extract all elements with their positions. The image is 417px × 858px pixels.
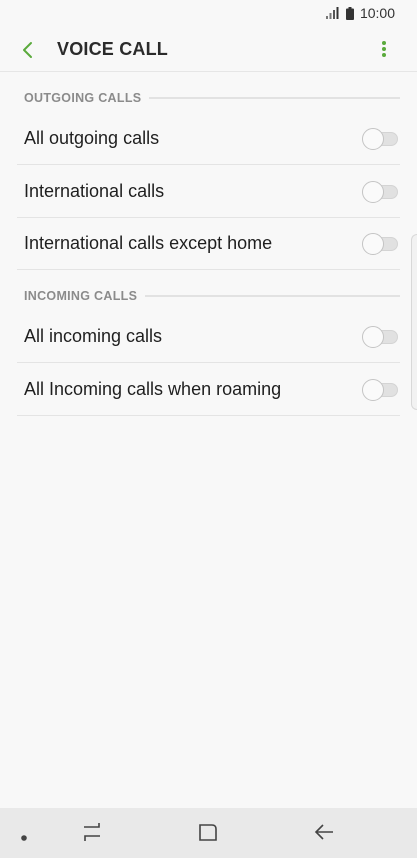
home-icon[interactable] xyxy=(198,821,218,848)
back-arrow-icon[interactable] xyxy=(16,38,40,62)
recents-icon[interactable] xyxy=(82,821,102,848)
section-title: OUTGOING CALLS xyxy=(24,91,142,105)
toggle-switch[interactable] xyxy=(362,180,400,203)
toggle-thumb xyxy=(362,127,384,150)
nav-bar xyxy=(0,808,417,858)
list-item-international[interactable]: International calls xyxy=(17,166,400,218)
list-item-all-incoming[interactable]: All incoming calls xyxy=(17,311,400,363)
toggle-thumb xyxy=(362,325,384,348)
section-divider xyxy=(145,295,400,297)
toggle-thumb xyxy=(362,180,384,203)
list-item-label: International calls except home xyxy=(24,233,273,253)
list-item-label: All Incoming calls when roaming xyxy=(24,379,282,399)
page-title: VOICE CALL xyxy=(57,39,169,59)
battery-icon xyxy=(345,6,354,20)
toggle-switch[interactable] xyxy=(362,325,400,348)
list-item-incoming-roaming[interactable]: All Incoming calls when roaming xyxy=(17,364,400,416)
back-icon[interactable] xyxy=(313,821,335,848)
toggle-switch[interactable] xyxy=(362,378,400,401)
status-time: 10:00 xyxy=(359,5,395,21)
dot-icon[interactable] xyxy=(20,829,28,847)
list-item-international-except-home[interactable]: International calls except home xyxy=(17,218,400,270)
section-header-incoming: INCOMING CALLS xyxy=(24,286,400,306)
signal-icon xyxy=(325,7,340,19)
toggle-thumb xyxy=(362,378,384,401)
toggle-switch[interactable] xyxy=(362,127,400,150)
list-item-label: International calls xyxy=(24,181,165,201)
status-bar: 10:00 xyxy=(0,0,417,26)
section-divider xyxy=(149,97,400,99)
list-item-label: All outgoing calls xyxy=(24,128,160,148)
list-item-all-outgoing[interactable]: All outgoing calls xyxy=(17,113,400,165)
section-title: INCOMING CALLS xyxy=(24,289,138,303)
section-header-outgoing: OUTGOING CALLS xyxy=(24,88,400,108)
toggle-thumb xyxy=(362,232,384,255)
app-bar: VOICE CALL xyxy=(0,26,417,72)
list-item-label: All incoming calls xyxy=(24,326,163,346)
toggle-switch[interactable] xyxy=(362,232,400,255)
more-vert-icon[interactable] xyxy=(376,38,392,62)
edge-panel-handle[interactable] xyxy=(411,234,417,410)
screen: 10:00 VOICE CALL OUTGOING CALLS All outg… xyxy=(0,0,417,858)
